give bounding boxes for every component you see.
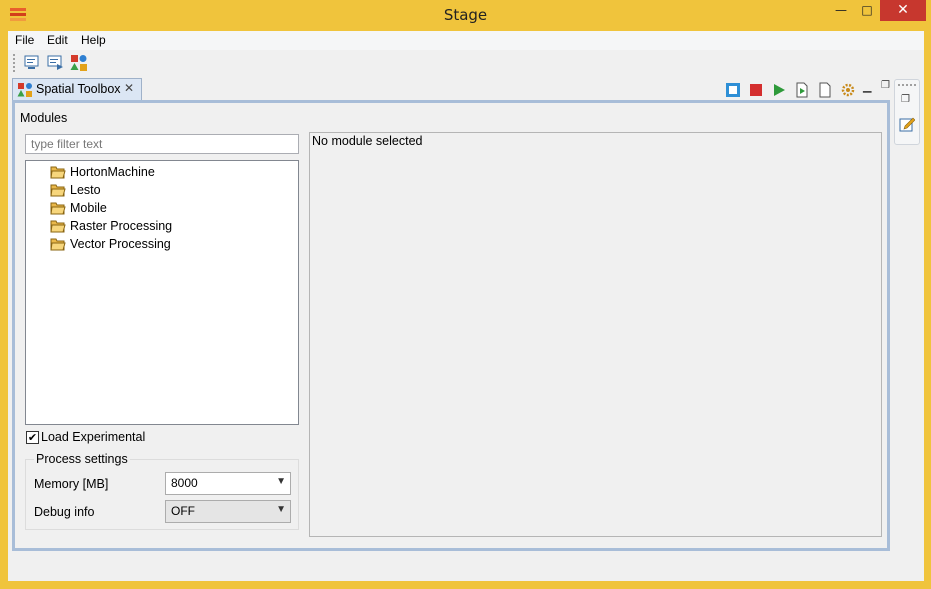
tab-label: Spatial Toolbox [36,82,121,96]
menu-edit[interactable]: Edit [47,33,68,47]
debug-info-label: Debug info [34,505,95,519]
generate-script-icon[interactable] [794,82,810,98]
toolbar-grip[interactable] [13,54,15,72]
title-bar[interactable]: Stage — □ ✕ [0,0,931,31]
memory-label: Memory [MB] [34,477,109,491]
tree-item-label: HortonMachine [70,165,155,179]
tree-item-label: Mobile [70,201,107,215]
process-settings-title: Process settings [34,452,130,466]
folder-open-icon [50,166,66,179]
memory-select[interactable]: 8000 ▼ [165,472,291,495]
document-icon[interactable] [817,82,833,98]
tree-item-label: Vector Processing [70,237,171,251]
maximize-view-icon[interactable]: ❐ [881,80,890,91]
folder-open-icon [50,238,66,251]
view-container: Spatial Toolbox ✕ ▁ ❐ Modules type filte… [12,78,890,551]
close-button[interactable]: ✕ [880,0,926,21]
tab-spatial-toolbox[interactable]: Spatial Toolbox ✕ [12,78,142,100]
menu-file[interactable]: File [15,33,34,47]
process-settings-group: Process settings Memory [MB] 8000 ▼ Debu… [25,452,299,530]
menu-bar: File Edit Help [8,31,924,50]
folder-open-icon [50,202,66,215]
folder-open-icon [50,184,66,197]
side-trim-bar: ❐ [894,79,920,145]
client-area: File Edit Help Spatial Toolbox ✕ ▁ ❐ Mod… [8,31,924,581]
modules-tree[interactable]: HortonMachine Lesto Mobile Raster Proces… [25,160,299,425]
select-icon[interactable] [725,82,741,98]
spatial-toolbox-panel: Modules type filter text HortonMachine L… [12,100,890,551]
minimize-view-icon[interactable]: ▁ [863,80,871,93]
run-console-icon[interactable] [47,54,65,72]
minimize-button[interactable]: — [828,0,854,21]
tree-item-label: Lesto [70,183,101,197]
app-window: Stage — □ ✕ File Edit Help Spatial Toolb… [0,0,931,589]
spatial-toolbox-icon [17,83,32,97]
spatial-toolbox-icon[interactable] [70,54,88,72]
tree-item-label: Raster Processing [70,219,173,233]
modules-label: Modules [20,111,68,125]
menu-help[interactable]: Help [81,33,106,47]
module-detail-area: No module selected [309,132,882,537]
console-icon[interactable] [23,54,41,72]
stop-icon[interactable] [748,82,764,98]
run-icon[interactable] [771,82,787,98]
chevron-down-icon: ▼ [276,504,286,515]
tab-bar: Spatial Toolbox ✕ ▁ ❐ [12,78,890,100]
folder-open-icon [50,220,66,233]
maximize-button[interactable]: □ [854,0,880,21]
settings-gear-icon[interactable] [840,82,856,98]
no-module-label: No module selected [312,134,423,148]
chevron-down-icon: ▼ [276,476,286,487]
edit-note-icon[interactable] [899,116,915,132]
main-toolbar [8,50,924,76]
filter-input[interactable]: type filter text [25,134,299,154]
debug-info-value: OFF [171,504,195,518]
load-experimental-label: Load Experimental [41,430,146,444]
trim-grip[interactable] [898,84,916,86]
restore-icon[interactable]: ❐ [901,94,910,105]
window-title: Stage [443,6,488,24]
load-experimental-checkbox[interactable]: ✔ [26,431,39,444]
memory-value: 8000 [171,476,198,490]
debug-info-select[interactable]: OFF ▼ [165,500,291,523]
tab-close-icon[interactable]: ✕ [124,81,134,95]
